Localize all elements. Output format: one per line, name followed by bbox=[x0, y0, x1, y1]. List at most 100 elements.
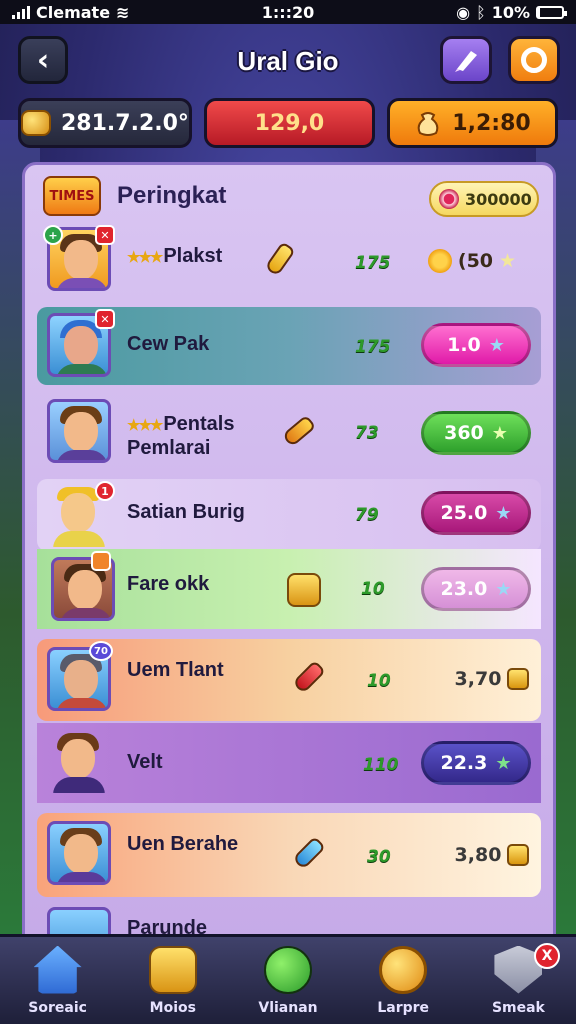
leaderboard-row[interactable]: ★★★ Pentals Pemlarai 73 360 ★ bbox=[37, 391, 541, 473]
player-level: 79 bbox=[355, 505, 379, 525]
player-subtitle: Pemlarai bbox=[127, 437, 211, 459]
ring-icon bbox=[521, 47, 547, 73]
notification-badge: 1 bbox=[95, 481, 115, 501]
nav-item-home[interactable]: Soreaic bbox=[0, 937, 115, 1024]
star-icon: ★ bbox=[491, 422, 508, 444]
reward-value: 3,80 bbox=[437, 833, 547, 877]
chevron-left-icon: ‹ bbox=[36, 42, 50, 78]
arrow-item-icon bbox=[281, 414, 317, 449]
crystal-item-icon bbox=[291, 660, 326, 695]
nav-item-chest[interactable]: Moios bbox=[115, 937, 230, 1024]
nav-item-shop[interactable]: Larpre bbox=[346, 937, 461, 1024]
leaderboard-row[interactable]: Velt 110 22.3 ★ bbox=[37, 723, 541, 803]
home-icon bbox=[33, 945, 82, 994]
reward-button[interactable]: 23.0 ★ bbox=[421, 567, 531, 611]
chest-icon bbox=[148, 945, 197, 994]
player-name: Uen Berahe bbox=[127, 833, 239, 855]
reward-value: (50 ★ bbox=[417, 239, 527, 283]
gold-counter[interactable]: 281.7.2.0° bbox=[18, 98, 192, 148]
ranking-badge-text: TIMES bbox=[49, 188, 95, 204]
leaderboard-header: TIMES Peringkat 300000 bbox=[25, 165, 553, 227]
player-name: Cew Pak bbox=[127, 333, 210, 355]
avatar bbox=[47, 399, 111, 463]
reward-button[interactable]: 1.0 ★ bbox=[421, 323, 531, 367]
leaderboard-panel: TIMES Peringkat 300000 + ✕ ★★★ Plakst 175… bbox=[22, 162, 556, 952]
battery-label: 10% bbox=[491, 2, 530, 22]
resource-bar: 281.7.2.0° 129,0 1,2:80 bbox=[18, 98, 559, 150]
reward-button[interactable]: 22.3 ★ bbox=[421, 741, 531, 785]
player-level: 175 bbox=[355, 337, 391, 357]
player-name: Velt bbox=[127, 751, 163, 773]
crystal-item-icon bbox=[262, 241, 296, 277]
wifi-icon: ≋ bbox=[116, 2, 130, 22]
nav-item-play[interactable]: Vlianan bbox=[230, 937, 345, 1024]
avatar bbox=[47, 821, 111, 885]
badge bbox=[91, 551, 111, 571]
player-name: Satian Burig bbox=[127, 501, 245, 523]
cash-counter[interactable]: 1,2:80 bbox=[386, 98, 559, 148]
nav-label: Soreaic bbox=[28, 999, 87, 1016]
nav-label: Larpre bbox=[377, 999, 430, 1016]
gold-bar-icon bbox=[507, 668, 530, 690]
star-icon: ★ bbox=[495, 502, 512, 524]
reward-button[interactable]: 360 ★ bbox=[421, 411, 531, 455]
header: ‹ Ural Gio bbox=[0, 30, 576, 92]
crystal-item-icon bbox=[291, 836, 326, 871]
leaderboard-row[interactable]: Uen Berahe 30 3,80 bbox=[37, 813, 541, 897]
avatar bbox=[47, 729, 111, 793]
star-icon: ★ bbox=[495, 752, 512, 774]
status-bar: Clemate ≋ 1:::20 ◉ ᛒ 10% bbox=[0, 0, 576, 24]
alarm-icon: ◉ bbox=[456, 2, 471, 22]
nav-label: Smeak bbox=[491, 999, 545, 1016]
carrier-label: Clemate bbox=[36, 2, 111, 22]
page-title: Ural Gio bbox=[237, 45, 339, 76]
boost-button[interactable] bbox=[440, 36, 492, 84]
player-name: ★★★ Pentals bbox=[127, 413, 235, 435]
player-name: Uem Tlant bbox=[127, 659, 224, 681]
reward-value: 3,70 bbox=[437, 657, 547, 701]
player-level: 30 bbox=[367, 847, 391, 867]
football-icon bbox=[264, 945, 312, 994]
player-level: 10 bbox=[367, 671, 391, 691]
signal-icon bbox=[12, 5, 30, 19]
plus-badge: + bbox=[43, 225, 63, 245]
star-icon: ★ bbox=[495, 578, 512, 600]
ranking-badge-icon: TIMES bbox=[43, 176, 101, 216]
nav-label: Moios bbox=[149, 999, 196, 1016]
chest-item-icon bbox=[287, 573, 321, 607]
settings-button[interactable] bbox=[508, 36, 560, 84]
total-score-value: 300000 bbox=[465, 189, 532, 209]
leaderboard-row[interactable]: Fare okk 10 23.0 ★ bbox=[37, 549, 541, 629]
rocket-icon bbox=[455, 51, 477, 72]
reward-button[interactable]: 25.0 ★ bbox=[421, 491, 531, 535]
back-button[interactable]: ‹ bbox=[18, 36, 68, 84]
leaderboard-row[interactable]: 70 Uem Tlant 10 3,70 bbox=[37, 639, 541, 721]
player-level: 175 bbox=[355, 253, 391, 273]
leaderboard-title: Peringkat bbox=[117, 182, 227, 209]
star-rating-icon: ★★★ bbox=[127, 417, 163, 434]
bluetooth-icon: ᛒ bbox=[476, 2, 486, 22]
leaderboard-row[interactable]: 1 Satian Burig 79 25.0 ★ bbox=[37, 479, 541, 551]
target-icon bbox=[439, 189, 459, 209]
player-level: 10 bbox=[361, 579, 385, 599]
player-level: 110 bbox=[363, 755, 399, 775]
player-name: Fare okk bbox=[127, 573, 210, 595]
total-score: 300000 bbox=[429, 181, 539, 217]
star-rating-icon: ★★★ bbox=[127, 249, 163, 266]
close-badge: ✕ bbox=[95, 225, 115, 245]
gold-bar-icon bbox=[507, 844, 530, 866]
leaderboard-row[interactable]: ✕ Cew Pak 175 1.0 ★ bbox=[37, 307, 541, 385]
gem-value: 129,0 bbox=[254, 110, 325, 136]
nav-label: Vlianan bbox=[258, 999, 318, 1016]
leaderboard-row[interactable]: + ✕ ★★★ Plakst 175 (50 ★ bbox=[37, 223, 541, 301]
cash-value: 1,2:80 bbox=[452, 110, 531, 136]
battery-icon bbox=[536, 5, 567, 19]
money-bag-icon bbox=[417, 112, 439, 136]
gold-value: 281.7.2.0° bbox=[61, 110, 189, 136]
close-badge[interactable]: X bbox=[534, 943, 561, 969]
nav-item-club[interactable]: Smeak X bbox=[461, 937, 576, 1024]
star-icon: ★ bbox=[488, 334, 505, 356]
bottom-navigation: Soreaic Moios Vlianan Larpre Smeak X bbox=[0, 934, 576, 1024]
gem-counter[interactable]: 129,0 bbox=[203, 98, 375, 148]
player-name: ★★★ Plakst bbox=[127, 245, 223, 267]
